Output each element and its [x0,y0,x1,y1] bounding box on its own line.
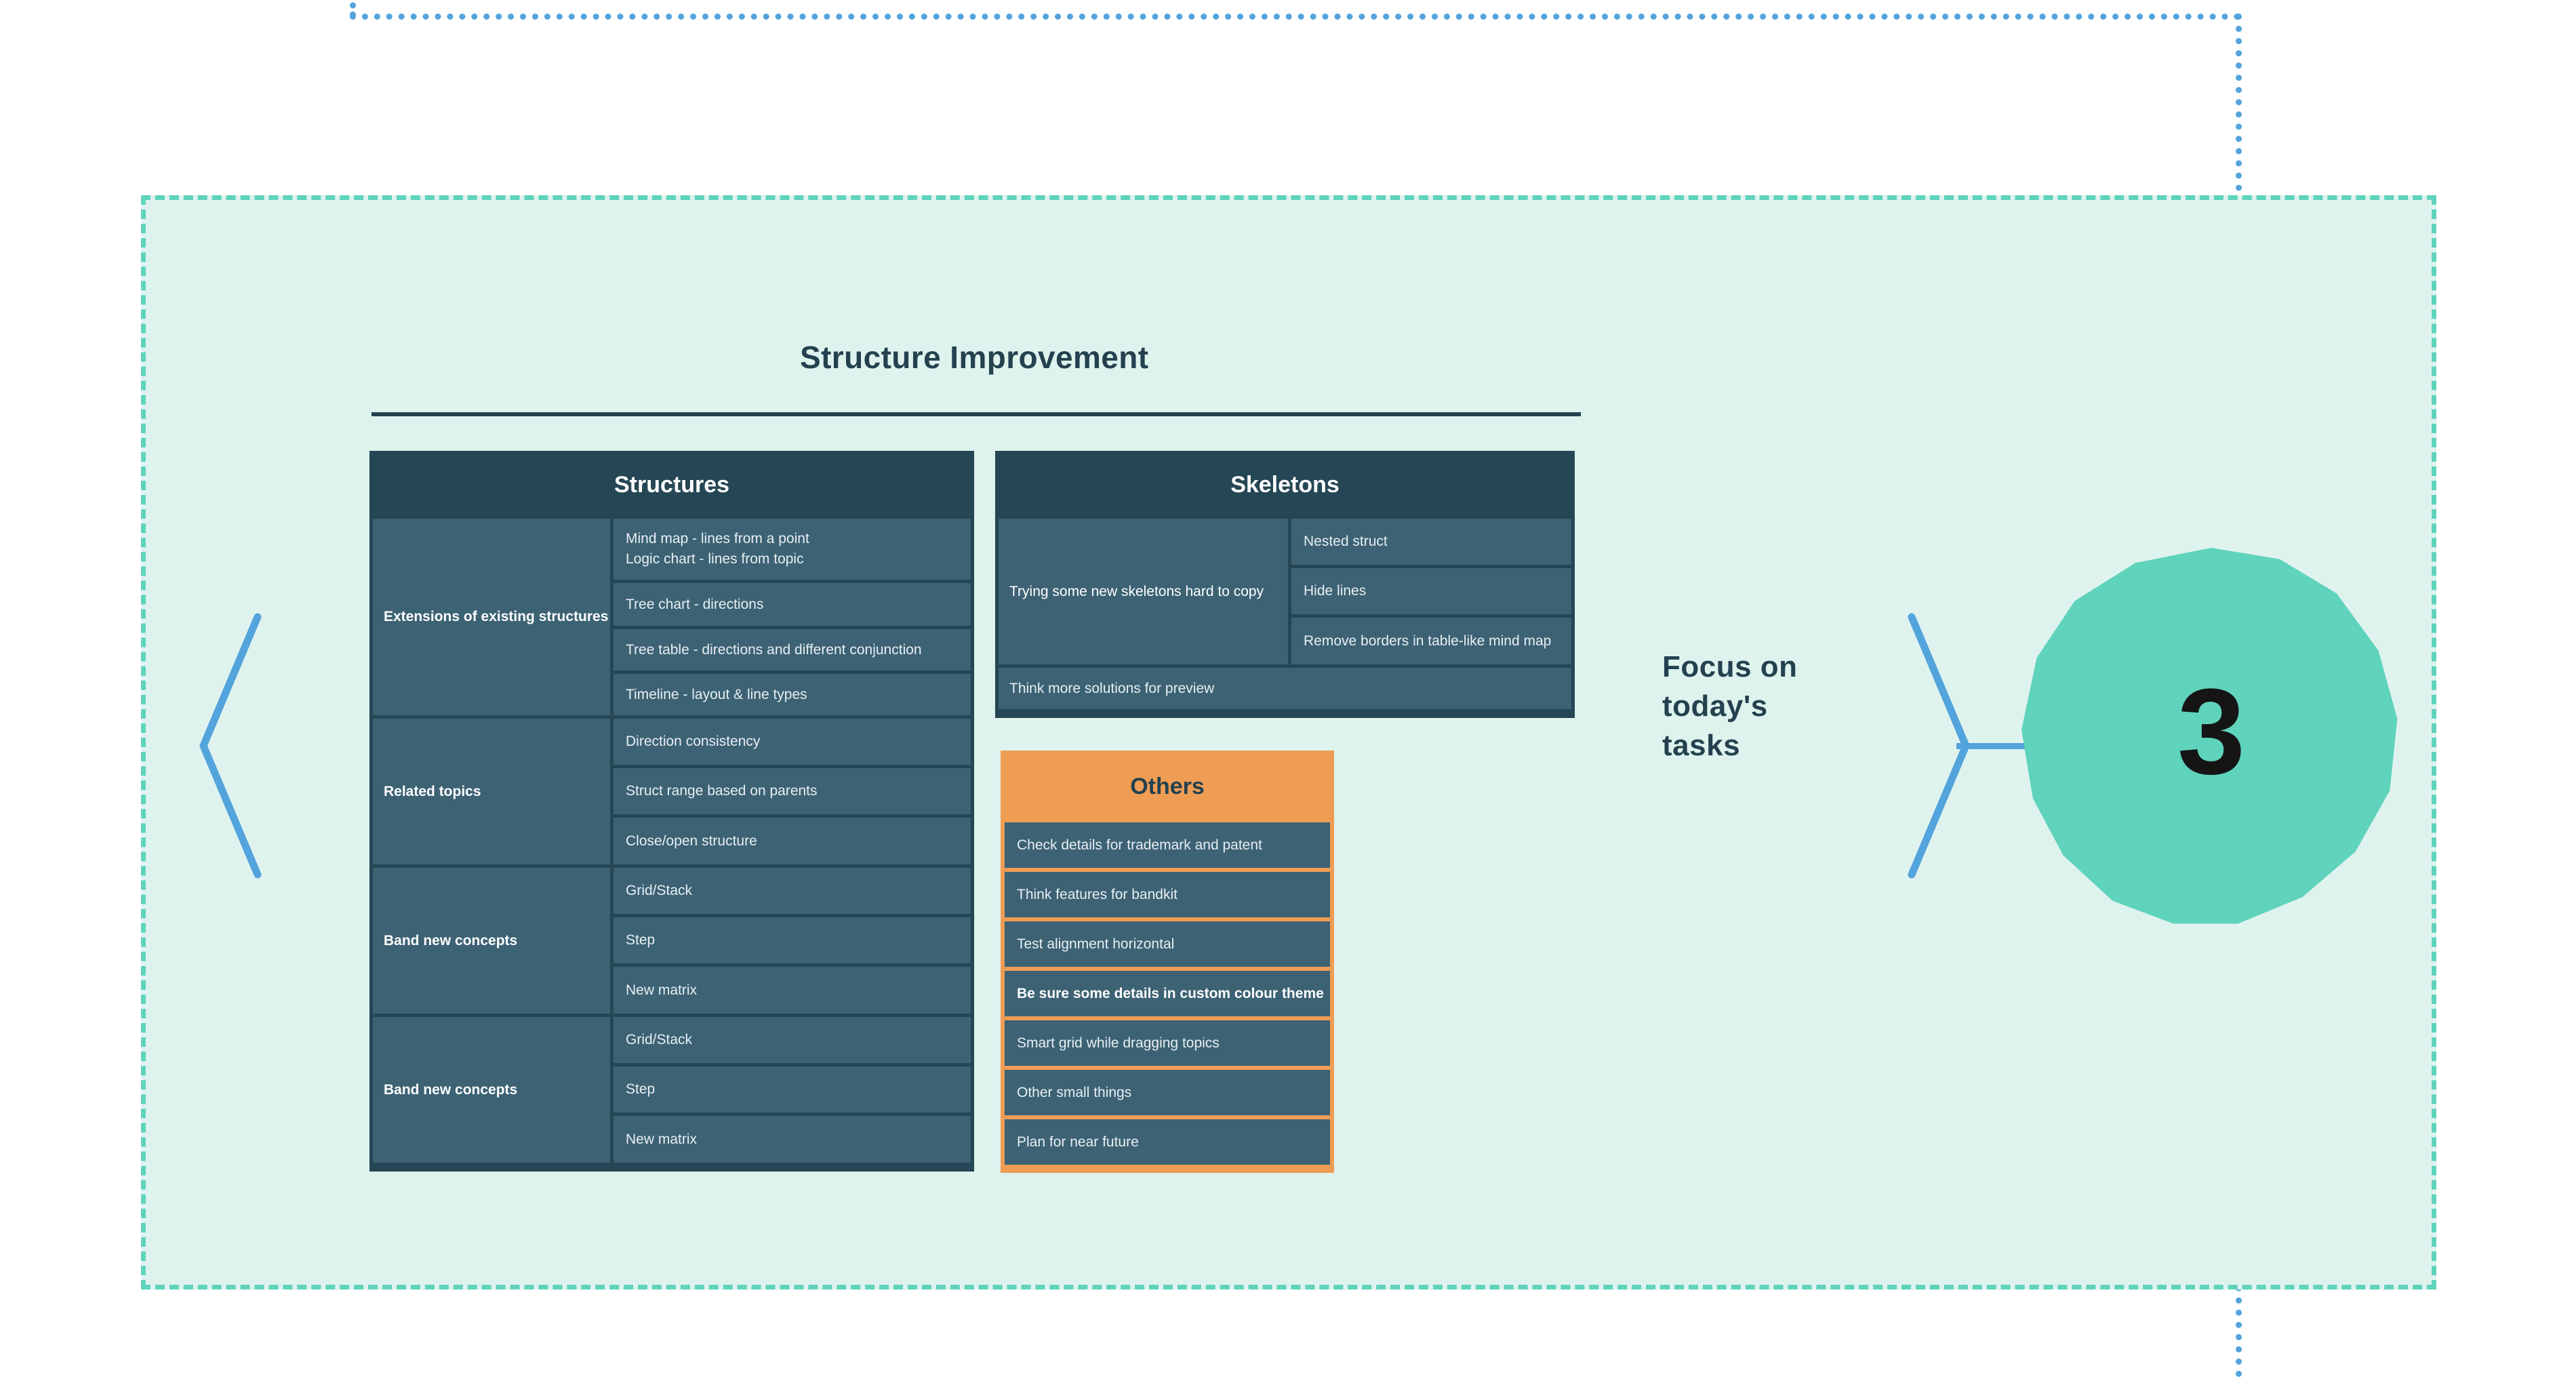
skeletons-table-header: Skeletons [995,451,1575,519]
table-row[interactable]: Step [610,917,974,967]
skeletons-footer-row[interactable]: Think more solutions for preview [995,668,1575,713]
others-table: Others Check details for trademark and p… [1001,751,1334,1173]
table-row[interactable]: Tree chart - directions [610,583,974,629]
skeletons-table-body: Trying some new skeletons hard to copy N… [995,519,1575,718]
group-label: Band new concepts [369,1017,610,1166]
group-label: Trying some new skeletons hard to copy [995,519,1288,668]
table-row[interactable]: Close/open structure [610,818,974,868]
table-row[interactable]: Step [610,1066,974,1116]
table-row[interactable]: New matrix [610,967,974,1017]
list-item[interactable]: Check details for trademark and patent [1005,822,1330,868]
list-item[interactable]: Other small things [1005,1070,1330,1115]
table-row[interactable]: Tree table - directions and different co… [610,629,974,674]
focus-callout-text: Focus on today's tasks [1662,650,1798,763]
skeletons-table: Skeletons Trying some new skeletons hard… [995,451,1575,718]
list-item[interactable]: Smart grid while dragging topics [1005,1020,1330,1066]
cell-line: Mind map - lines from a point Logic char… [626,530,809,567]
list-item[interactable]: Be sure some details in custom colour th… [1005,971,1330,1016]
list-item[interactable]: Test alignment horizontal [1005,921,1330,967]
table-group: Band new concepts Grid/Stack Step New ma… [369,1017,974,1166]
table-row[interactable]: Timeline - layout & line types [610,674,974,719]
connector-line [1956,743,2028,749]
group-rows: Direction consistency Struct range based… [610,719,974,868]
slide-canvas: Structure Improvement Structures Extensi… [0,0,2576,1379]
group-rows: Mind map - lines from a point Logic char… [610,519,974,719]
structures-table-body: Extensions of existing structures Mind m… [369,519,974,1172]
chevron-left-icon [199,613,262,879]
page-title: Structure Improvement [800,340,1149,375]
group-rows: Nested struct Hide lines Remove borders … [1288,519,1575,668]
table-group: Trying some new skeletons hard to copy N… [995,519,1575,668]
group-rows: Grid/Stack Step New matrix [610,1017,974,1166]
table-row[interactable]: Nested struct [1288,519,1575,568]
group-label: Related topics [369,719,610,868]
table-row[interactable]: Remove borders in table-like mind map [1288,618,1575,668]
others-rows: Check details for trademark and patent T… [1005,822,1330,1165]
structures-table: Structures Extensions of existing struct… [369,451,974,1172]
table-row[interactable]: Grid/Stack [610,868,974,917]
table-group: Extensions of existing structures Mind m… [369,519,974,719]
list-item[interactable]: Plan for near future [1005,1119,1330,1165]
badge-number: 3 [2177,664,2246,800]
title-divider [371,412,1581,416]
others-table-header: Others [1130,773,1205,799]
table-group: Band new concepts Grid/Stack Step New ma… [369,868,974,1017]
list-item[interactable]: Think features for bandkit [1005,872,1330,917]
table-row[interactable]: New matrix [610,1116,974,1166]
blue-dotted-line-left [350,0,356,18]
group-rows: Grid/Stack Step New matrix [610,868,974,1017]
blue-dotted-line-top [350,14,2241,20]
table-row[interactable]: Struct range based on parents [610,768,974,818]
table-row[interactable]: Hide lines [1288,568,1575,618]
group-label: Extensions of existing structures [369,519,610,719]
structures-table-header: Structures [369,451,974,519]
table-row[interactable]: Grid/Stack [610,1017,974,1066]
table-row[interactable]: Direction consistency [610,719,974,768]
table-row[interactable]: Mind map - lines from a point Logic char… [610,519,974,583]
group-label: Band new concepts [369,868,610,1017]
table-group: Related topics Direction consistency Str… [369,719,974,868]
